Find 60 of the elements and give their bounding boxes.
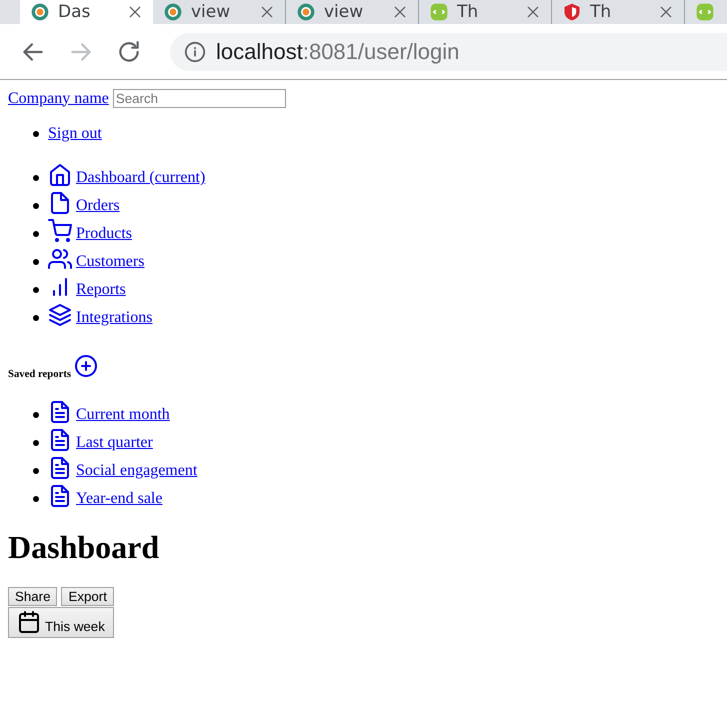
address-bar[interactable]: localhost:8081/user/login <box>170 32 727 70</box>
page-title: Dashboard <box>8 529 160 566</box>
site-icon <box>429 2 449 22</box>
document-icon <box>48 484 72 508</box>
report-link[interactable]: Current month <box>48 396 170 424</box>
nav-link[interactable]: Reports <box>48 271 126 299</box>
layers-icon <box>48 303 72 327</box>
bullet-icon <box>33 175 39 181</box>
toolbar-button[interactable]: Export <box>61 587 114 606</box>
browser-tab[interactable]: view <box>153 0 286 24</box>
bullet-icon <box>33 203 39 209</box>
bullet-icon <box>33 259 39 265</box>
calendar-icon <box>17 610 41 634</box>
house-icon <box>48 163 72 187</box>
toolbar-button[interactable]: Share <box>8 587 58 606</box>
close-tab-icon[interactable] <box>525 4 541 20</box>
info-icon <box>184 40 206 62</box>
search-field[interactable]: Search <box>112 89 286 108</box>
close-tab-icon[interactable] <box>658 4 674 20</box>
site-icon <box>163 2 183 22</box>
site-icon <box>562 2 582 22</box>
bullet-icon <box>33 315 39 321</box>
document-icon <box>48 400 72 424</box>
close-tab-icon[interactable] <box>392 4 408 20</box>
site-icon <box>296 2 316 22</box>
bullet-icon <box>33 468 39 474</box>
report-link[interactable]: Social engagement <box>48 452 198 480</box>
browser-tab[interactable]: Das <box>20 0 153 24</box>
nav-link[interactable]: Products <box>48 215 132 243</box>
nav-link[interactable]: Customers <box>48 243 144 271</box>
nav-link[interactable]: Dashboard (current) <box>48 159 206 187</box>
url-text: localhost:8081/user/login <box>216 38 460 64</box>
document-icon <box>48 428 72 452</box>
add-icon[interactable] <box>74 354 98 378</box>
report-link[interactable]: Last quarter <box>48 424 153 452</box>
sign-out-link[interactable]: Sign out <box>48 125 102 143</box>
brand-link[interactable]: Company name <box>8 90 109 108</box>
bullet-icon <box>33 287 39 293</box>
nav-link[interactable]: Orders <box>48 187 120 215</box>
site-icon <box>30 2 50 22</box>
cart-icon <box>48 219 72 243</box>
section-heading: Saved reports <box>8 368 72 380</box>
document-icon <box>48 191 72 215</box>
nav-link[interactable]: Integrations <box>48 299 152 327</box>
bullet-icon <box>33 412 39 418</box>
date-range-button[interactable]: This week <box>8 607 114 638</box>
report-link[interactable]: Year-end sale <box>48 480 162 508</box>
bullet-icon <box>33 496 39 502</box>
reload-icon[interactable] <box>116 38 142 64</box>
site-icon <box>695 2 715 22</box>
bullet-icon <box>33 231 39 237</box>
close-tab-icon[interactable] <box>259 4 275 20</box>
people-icon <box>48 247 72 271</box>
close-tab-icon[interactable] <box>127 4 143 20</box>
browser-tab[interactable]: Th <box>419 0 552 24</box>
browser-tab[interactable]: view <box>286 0 419 24</box>
bullet-icon <box>33 440 39 446</box>
browser-tab[interactable]: Th <box>552 0 685 24</box>
document-icon <box>48 456 72 480</box>
bullet-icon <box>33 131 39 137</box>
